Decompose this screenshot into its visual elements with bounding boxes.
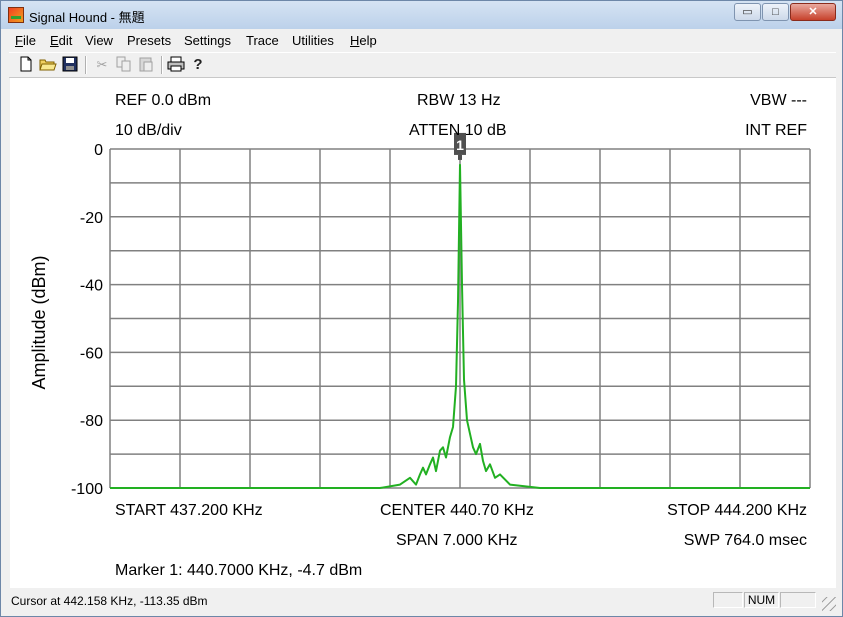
marker-readout: Marker 1: 440.7000 KHz, -4.7 dBm (115, 562, 363, 579)
y-tick-label: -80 (80, 413, 103, 430)
toolbar-separator (85, 56, 87, 74)
menu-edit[interactable]: Edit (50, 33, 72, 48)
help-question-icon[interactable]: ? (189, 56, 207, 74)
cut-icon[interactable]: ✂ (93, 56, 111, 74)
main-window: Signal Hound - 無題 ▭ □ ✕ File Edit View Pres… (0, 0, 843, 617)
menu-presets[interactable]: Presets (127, 33, 171, 48)
resize-grip[interactable] (822, 597, 836, 611)
ref-level-label: REF 0.0 dBm (115, 92, 212, 109)
status-pane-cap (713, 592, 743, 608)
y-axis-label: Amplitude (dBm) (29, 255, 49, 389)
print-icon[interactable] (167, 56, 185, 74)
signal-hound-app-icon[interactable] (8, 7, 24, 23)
menu-file[interactable]: File (15, 33, 36, 48)
atten-label: ATTEN 10 dB (409, 122, 507, 139)
vbw-label: VBW --- (750, 92, 807, 109)
close-button[interactable]: ✕ (790, 3, 836, 21)
span-label: SPAN 7.000 KHz (396, 532, 518, 549)
start-freq-label: START 437.200 KHz (115, 502, 263, 519)
toolbar: ✂ ? (9, 52, 836, 78)
menu-settings[interactable]: Settings (184, 33, 231, 48)
window-title: Signal Hound - 無題 (29, 10, 145, 25)
center-freq-label: CENTER 440.70 KHz (380, 502, 534, 519)
paste-icon[interactable] (137, 56, 155, 74)
open-folder-icon[interactable] (39, 56, 57, 74)
y-tick-label: -40 (80, 278, 103, 295)
scale-label: 10 dB/div (115, 122, 182, 139)
y-tick-label: -20 (80, 210, 103, 227)
menu-help[interactable]: Help (350, 33, 377, 48)
menu-utilities[interactable]: Utilities (292, 33, 334, 48)
toolbar-separator (161, 56, 163, 74)
stop-freq-label: STOP 444.200 KHz (667, 502, 807, 519)
maximize-button[interactable]: □ (762, 3, 789, 21)
y-tick-label: 0 (94, 142, 103, 159)
status-bar: Cursor at 442.158 KHz, -113.35 dBm NUM (9, 591, 836, 611)
new-file-icon[interactable] (17, 56, 35, 74)
minimize-button[interactable]: ▭ (734, 3, 761, 21)
rbw-label: RBW 13 Hz (417, 92, 501, 109)
y-tick-label: -100 (71, 481, 103, 498)
y-tick-label: -60 (80, 345, 103, 362)
menu-view[interactable]: View (85, 33, 113, 48)
save-icon[interactable] (61, 56, 79, 74)
status-pane-scrl (780, 592, 816, 608)
menu-bar: File Edit View Presets Settings Trace Utilitie… (9, 30, 836, 51)
ref-source-label: INT REF (745, 122, 807, 139)
status-pane-num: NUM (744, 592, 779, 608)
marker-stem (458, 154, 462, 160)
menu-trace[interactable]: Trace (246, 33, 279, 48)
cursor-position-text: Cursor at 442.158 KHz, -113.35 dBm (11, 594, 208, 608)
spectrum-display[interactable]: 0 -20 -40 -60 -80 -100 Amplitude (dBm) 1 REF 0.… (10, 78, 836, 588)
copy-icon[interactable] (115, 56, 133, 74)
sweep-time-label: SWP 764.0 msec (683, 532, 807, 549)
title-bar[interactable]: Signal Hound - 無題 ▭ □ ✕ (1, 1, 842, 29)
